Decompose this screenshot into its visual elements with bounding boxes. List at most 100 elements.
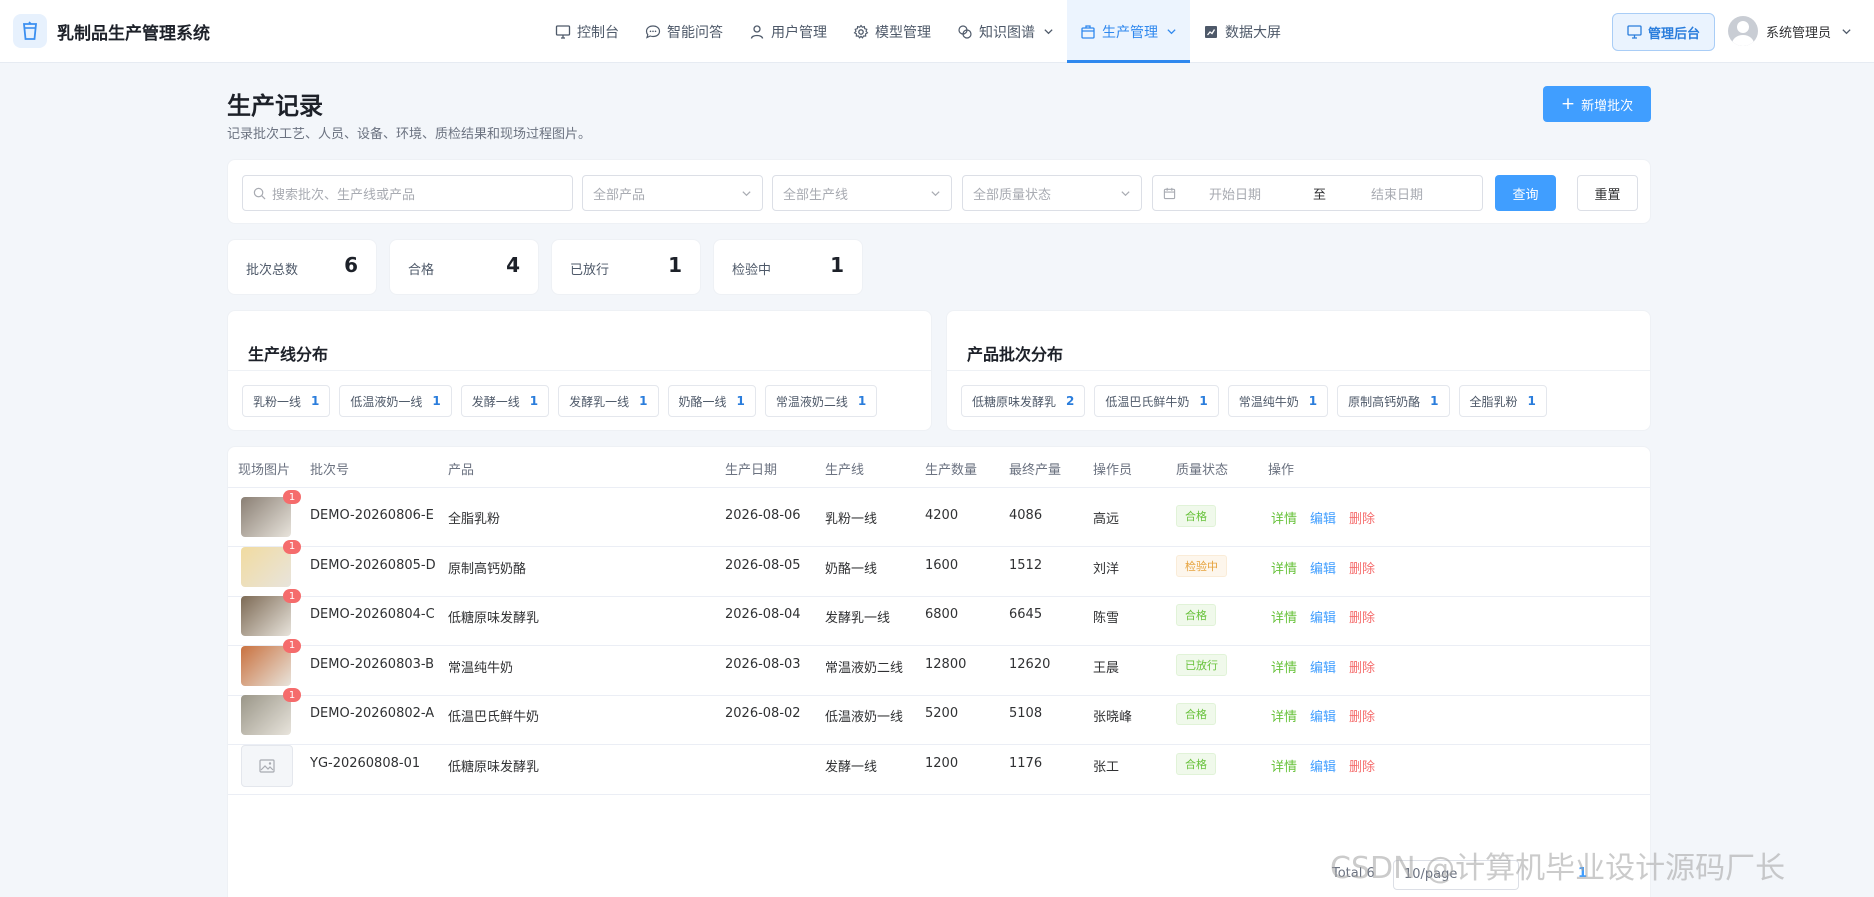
line-select[interactable]: 全部生产线 [772, 175, 952, 211]
image-placeholder-icon [241, 744, 293, 787]
edit-link[interactable]: 编辑 [1310, 607, 1336, 626]
product-name: 全脂乳粉 [448, 512, 501, 527]
production-line: 发酵一线 [825, 759, 878, 775]
add-batch-button[interactable]: + 新增批次 [1543, 86, 1651, 122]
production-date: 2026-08-06 [725, 508, 801, 523]
tag-count: 1 [1527, 394, 1536, 408]
edit-link[interactable]: 编辑 [1310, 508, 1336, 527]
nav-item-users[interactable]: 用户管理 [736, 0, 840, 63]
brand[interactable]: 乳制品生产管理系统 [13, 14, 210, 48]
nav-label: 控制台 [577, 24, 619, 41]
detail-link[interactable]: 详情 [1271, 607, 1297, 626]
box-icon [1081, 24, 1095, 39]
line-distribution-title: 生产线分布 [248, 345, 329, 364]
query-button[interactable]: 查询 [1495, 175, 1556, 211]
nav-label: 生产管理 [1102, 24, 1158, 41]
site-photo-thumbnail[interactable] [241, 645, 291, 686]
user-menu[interactable]: 系统管理员 [1728, 14, 1852, 48]
reset-button[interactable]: 重置 [1577, 175, 1638, 211]
nav-item-knowledge-graph[interactable]: 知识图谱 [944, 0, 1067, 63]
tag-count: 1 [529, 394, 539, 408]
nav-item-console[interactable]: 控制台 [542, 0, 632, 63]
tag-label: 全脂乳粉 [1469, 394, 1518, 409]
tag-label: 奶酪一线 [678, 394, 727, 409]
quality-select[interactable]: 全部质量状态 [962, 175, 1142, 211]
operator-name: 王晨 [1093, 660, 1120, 676]
delete-link[interactable]: 删除 [1349, 558, 1375, 577]
site-photo-thumbnail[interactable] [241, 497, 291, 537]
distribution-tag: 奶酪一线 1 [667, 385, 756, 417]
status-badge: 合格 [1176, 703, 1216, 725]
tag-count: 1 [1199, 394, 1208, 408]
detail-link[interactable]: 详情 [1271, 756, 1297, 775]
search-input[interactable]: 搜索批次、生产线或产品 [242, 175, 573, 211]
site-photo-thumbnail[interactable] [241, 546, 291, 587]
gear-icon [853, 24, 869, 39]
column-header: 产品 [448, 463, 475, 478]
detail-link[interactable]: 详情 [1271, 508, 1297, 527]
line-select-value: 全部生产线 [783, 187, 849, 203]
edit-link[interactable]: 编辑 [1310, 558, 1336, 577]
edit-link[interactable]: 编辑 [1310, 657, 1336, 676]
production-quantity: 4200 [925, 508, 959, 523]
delete-link[interactable]: 删除 [1349, 706, 1375, 725]
nav-label: 用户管理 [771, 24, 827, 41]
distribution-tag: 常温纯牛奶 1 [1227, 385, 1329, 417]
site-photo-thumbnail[interactable] [241, 596, 291, 636]
tag-label: 常温纯牛奶 [1238, 394, 1299, 409]
tag-label: 发酵一线 [471, 394, 520, 409]
column-header: 生产线 [825, 463, 865, 478]
final-output: 1176 [1009, 755, 1043, 771]
nav-item-dashboard[interactable]: 数据大屏 [1190, 0, 1294, 63]
product-select[interactable]: 全部产品 [582, 175, 763, 211]
product-name: 常温纯牛奶 [448, 660, 514, 676]
delete-link[interactable]: 删除 [1349, 756, 1375, 775]
column-header: 操作员 [1093, 463, 1133, 478]
edit-link[interactable]: 编辑 [1310, 756, 1336, 775]
stat-value: 1 [830, 253, 844, 277]
divider [947, 370, 1650, 371]
stat-value: 1 [668, 253, 682, 277]
app-title: 乳制品生产管理系统 [57, 23, 210, 44]
nav-item-production[interactable]: 生产管理 [1067, 0, 1190, 63]
nav-item-qa[interactable]: 智能问答 [632, 0, 736, 63]
tag-count: 1 [311, 394, 320, 408]
column-header: 最终产量 [1009, 463, 1062, 478]
delete-link[interactable]: 删除 [1349, 607, 1375, 626]
tag-count: 2 [1066, 394, 1075, 408]
avatar [1728, 16, 1758, 46]
final-output: 4086 [1009, 508, 1043, 523]
delete-link[interactable]: 删除 [1349, 508, 1375, 527]
site-photo-thumbnail[interactable] [241, 695, 291, 735]
user-icon [750, 24, 764, 39]
detail-link[interactable]: 详情 [1271, 657, 1297, 676]
tag-count: 1 [1430, 394, 1439, 408]
stat-label: 已放行 [570, 263, 610, 278]
stat-inspecting: 检验中 1 [713, 239, 863, 295]
monitor-icon [555, 24, 571, 39]
edit-link[interactable]: 编辑 [1310, 706, 1336, 725]
delete-link[interactable]: 删除 [1349, 657, 1375, 676]
date-range-picker[interactable]: 开始日期 至 结束日期 [1152, 175, 1483, 211]
batch-number: DEMO-20260804-C [310, 607, 435, 622]
production-date: 2026-08-04 [725, 607, 801, 622]
detail-link[interactable]: 详情 [1271, 558, 1297, 577]
monitor-icon [1627, 25, 1642, 39]
distribution-tag: 乳粉一线 1 [242, 385, 331, 417]
column-header: 批次号 [310, 463, 350, 478]
final-output: 12620 [1009, 656, 1051, 672]
calendar-icon [1163, 187, 1176, 199]
product-distribution-card: 产品批次分布 低糖原味发酵乳 2 低温巴氏鲜牛奶 1 常温纯牛奶 1 原制高钙奶酪 1 全脂乳粉… [946, 310, 1651, 431]
distribution-tag: 原制高钙奶酪 1 [1337, 385, 1450, 417]
stat-qualified: 合格 4 [389, 239, 539, 295]
tag-count: 1 [736, 394, 745, 408]
detail-link[interactable]: 详情 [1271, 706, 1297, 725]
nav-item-models[interactable]: 模型管理 [840, 0, 944, 63]
production-line: 发酵乳一线 [825, 611, 891, 626]
tag-count: 1 [639, 394, 648, 408]
tag-label: 乳粉一线 [253, 394, 302, 409]
distribution-tag: 常温液奶二线 1 [764, 385, 878, 417]
production-quantity: 1600 [925, 557, 959, 573]
distribution-tag: 低糖原味发酵乳 2 [961, 385, 1086, 417]
admin-console-button[interactable]: 管理后台 [1612, 13, 1715, 51]
